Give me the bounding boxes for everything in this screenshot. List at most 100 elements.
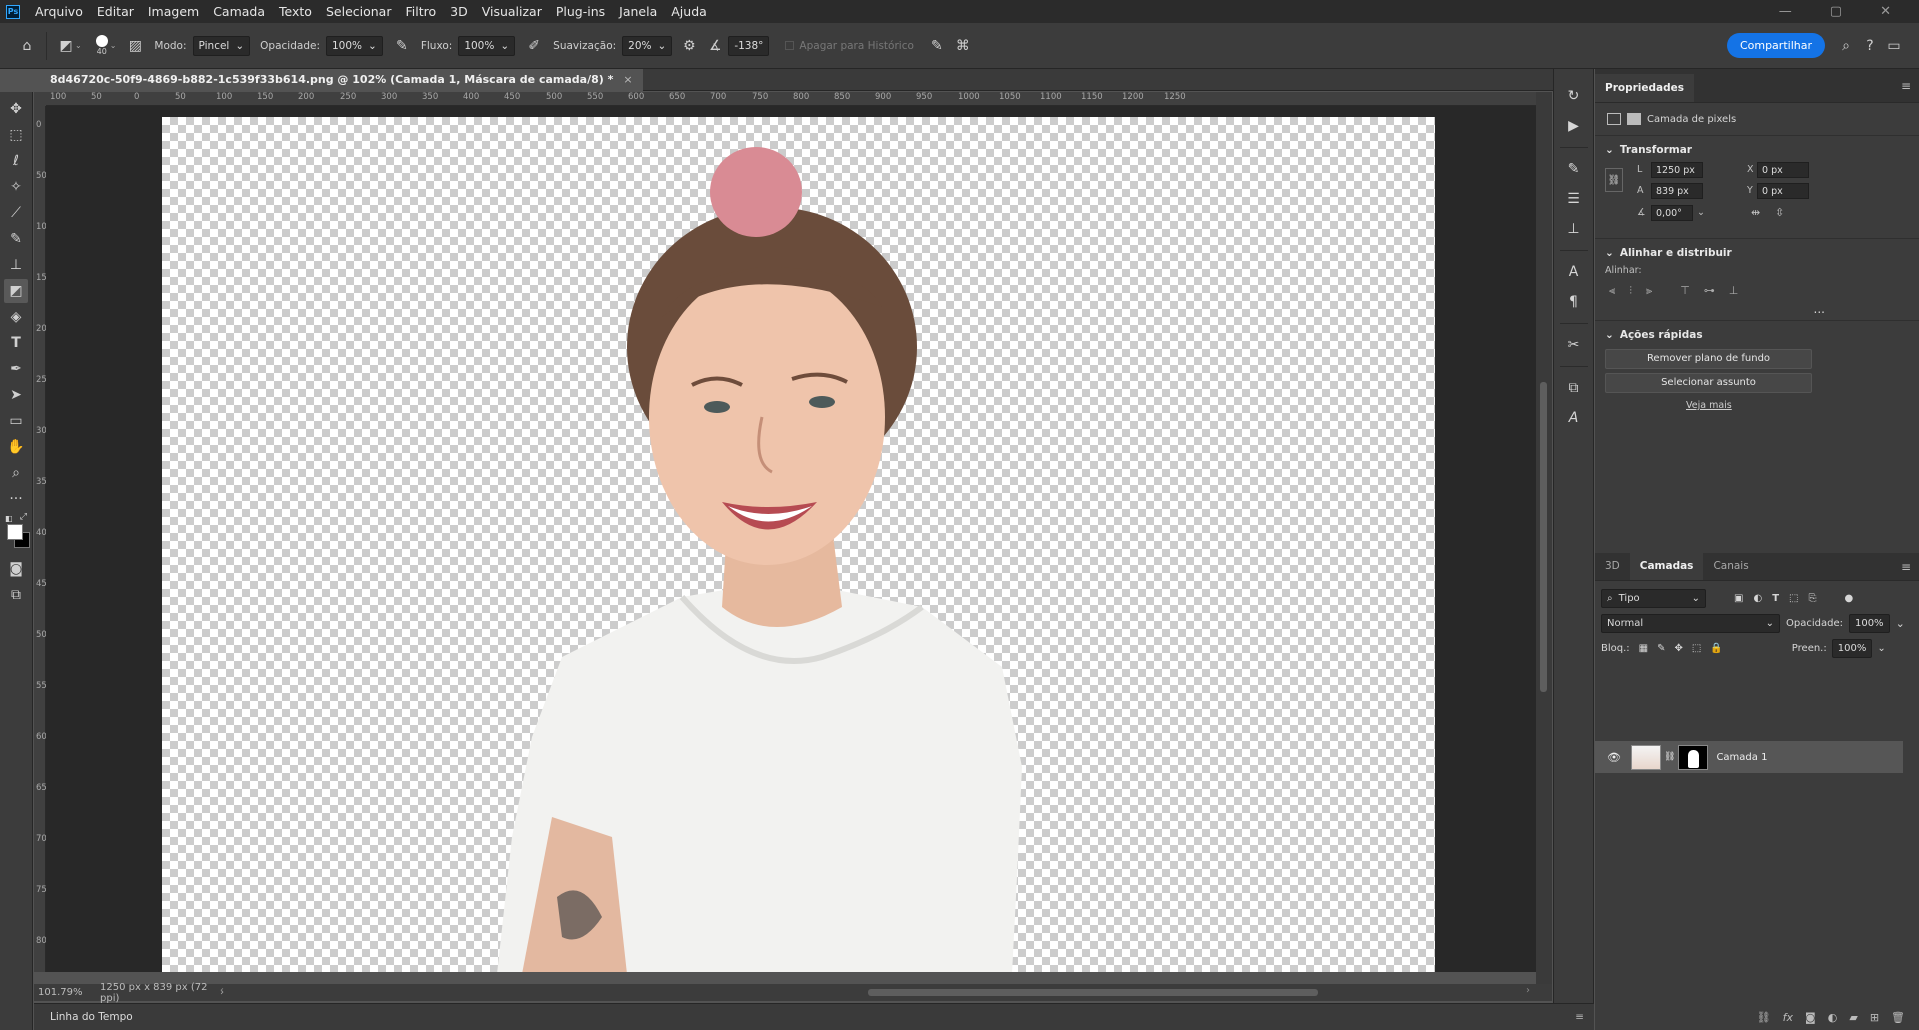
filter-adjustment-icon[interactable]: ◐ bbox=[1753, 593, 1762, 604]
lock-all-icon[interactable]: 🔒 bbox=[1710, 643, 1722, 654]
chevron-down-icon[interactable]: ⌄ bbox=[1896, 617, 1905, 630]
paragraph-panel-icon[interactable]: ¶ bbox=[1561, 289, 1587, 315]
lasso-tool-icon[interactable]: ℓ bbox=[4, 149, 28, 173]
character-panel-icon[interactable]: A bbox=[1561, 259, 1587, 285]
angle-field[interactable]: 0,00° bbox=[1651, 205, 1693, 221]
canvas-area[interactable] bbox=[46, 106, 1536, 972]
layer-row[interactable]: 👁 ⛓ Camada 1 bbox=[1595, 741, 1903, 773]
mask-icon[interactable] bbox=[1627, 113, 1641, 125]
flip-horizontal-icon[interactable]: ⇹ bbox=[1751, 206, 1760, 219]
hand-tool-icon[interactable]: ✋ bbox=[4, 435, 28, 459]
layer-opacity-field[interactable]: 100% bbox=[1848, 614, 1890, 633]
panel-menu-icon[interactable]: ≡ bbox=[1901, 79, 1911, 93]
see-more-link[interactable]: Veja mais bbox=[1686, 400, 1919, 411]
scroll-left-icon[interactable]: ‹ bbox=[220, 985, 224, 996]
scroll-right-icon[interactable]: › bbox=[1526, 985, 1530, 996]
quick-actions-header[interactable]: ⌄ Ações rápidas bbox=[1595, 321, 1919, 341]
menu-plugins[interactable]: Plug-ins bbox=[549, 0, 612, 23]
lock-artboard-icon[interactable]: ⬚ bbox=[1692, 643, 1701, 654]
transform-section-header[interactable]: ⌄ Transformar bbox=[1595, 136, 1919, 156]
brush-settings-icon[interactable]: ▨ bbox=[126, 37, 144, 55]
close-window-button[interactable]: ✕ bbox=[1880, 4, 1891, 19]
horizontal-scrollbar[interactable]: ‹ › bbox=[220, 984, 1530, 1001]
menu-arquivo[interactable]: Arquivo bbox=[28, 0, 90, 23]
delete-layer-icon[interactable]: 🗑 bbox=[1891, 1011, 1905, 1024]
tab-propriedades[interactable]: Propriedades bbox=[1595, 74, 1694, 102]
layer-mask-thumbnail[interactable] bbox=[1678, 744, 1709, 770]
paint-bucket-tool-icon[interactable]: ◈ bbox=[4, 305, 28, 329]
menu-camada[interactable]: Camada bbox=[206, 0, 272, 23]
gear-icon[interactable]: ⚙ bbox=[680, 37, 698, 55]
smoothing-field[interactable]: 20% ⌄ bbox=[622, 35, 673, 56]
angle-field[interactable]: -138° bbox=[728, 35, 770, 56]
menu-filtro[interactable]: Filtro bbox=[398, 0, 443, 23]
new-adjustment-icon[interactable]: ◐ bbox=[1828, 1011, 1838, 1024]
filter-shape-icon[interactable]: ⬚ bbox=[1789, 593, 1798, 604]
horizontal-scrollbar-thumb[interactable] bbox=[868, 989, 1318, 996]
restore-button[interactable]: ▢ bbox=[1830, 4, 1842, 19]
stamp-tool-icon[interactable]: ⊥ bbox=[4, 253, 28, 277]
share-button[interactable]: Compartilhar bbox=[1726, 33, 1825, 58]
foreground-color-swatch[interactable] bbox=[7, 524, 23, 540]
filter-pixel-icon[interactable]: ▣ bbox=[1734, 593, 1743, 604]
menu-editar[interactable]: Editar bbox=[90, 0, 141, 23]
blend-mode-select[interactable]: Normal ⌄ bbox=[1601, 614, 1780, 633]
menu-visualizar[interactable]: Visualizar bbox=[475, 0, 549, 23]
brush-settings-panel-icon[interactable]: ✎ bbox=[1561, 156, 1587, 182]
lock-transparency-icon[interactable]: ▦ bbox=[1639, 643, 1648, 654]
actions-play-icon[interactable]: ▶ bbox=[1561, 113, 1587, 139]
brush-preset-picker[interactable]: 40 bbox=[95, 35, 108, 56]
symmetry-icon[interactable]: ⌘ bbox=[954, 37, 972, 55]
pen-tool-icon[interactable]: ✒ bbox=[4, 357, 28, 381]
filter-smart-object-icon[interactable]: ⎘ bbox=[1808, 593, 1816, 604]
brush-tool-icon[interactable]: ✎ bbox=[4, 227, 28, 251]
select-subject-button[interactable]: Selecionar assunto bbox=[1605, 373, 1812, 393]
help-icon[interactable]: ? bbox=[1861, 37, 1879, 55]
home-icon[interactable]: ⌂ bbox=[18, 37, 36, 55]
add-mask-icon[interactable]: ◙ bbox=[1805, 1011, 1816, 1024]
align-right-icon[interactable]: ⫸ bbox=[1646, 284, 1652, 298]
airbrush-icon[interactable]: ✐ bbox=[525, 37, 543, 55]
pressure-size-icon[interactable]: ✎ bbox=[928, 37, 946, 55]
eraser-tool-icon[interactable]: ◩ bbox=[4, 279, 28, 303]
link-layers-icon[interactable]: ⛓ bbox=[1757, 1011, 1771, 1024]
quick-mask-icon[interactable]: ◙ bbox=[4, 557, 28, 581]
zoom-level[interactable]: 101.79% bbox=[38, 987, 94, 998]
more-tools-icon[interactable]: ··· bbox=[4, 487, 28, 511]
document-canvas[interactable] bbox=[162, 117, 1435, 972]
x-field[interactable]: 0 px bbox=[1757, 162, 1809, 178]
new-group-icon[interactable]: ▰ bbox=[1849, 1011, 1857, 1024]
move-tool-icon[interactable]: ✥ bbox=[4, 97, 28, 121]
vertical-scrollbar[interactable] bbox=[1536, 92, 1552, 984]
align-left-icon[interactable]: ⫷ bbox=[1609, 284, 1615, 298]
tab-3d[interactable]: 3D bbox=[1595, 552, 1630, 580]
fill-field[interactable]: 100% bbox=[1831, 639, 1873, 658]
more-options-button[interactable]: ... bbox=[1595, 298, 1919, 316]
new-layer-icon[interactable]: ⊞ bbox=[1870, 1011, 1879, 1024]
tab-canais[interactable]: Canais bbox=[1703, 552, 1758, 580]
adjustments-icon[interactable]: ☰ bbox=[1561, 186, 1587, 212]
mode-select[interactable]: Pincel ⌄ bbox=[192, 35, 251, 56]
chevron-down-icon[interactable]: ⌄ bbox=[1697, 207, 1705, 218]
panel-menu-icon[interactable]: ≡ bbox=[1901, 560, 1911, 574]
rectangle-tool-icon[interactable]: ▭ bbox=[4, 409, 28, 433]
glyphs-icon[interactable]: A bbox=[1561, 405, 1587, 431]
layer-filter-select[interactable]: ⌕ Tipo ⌄ bbox=[1601, 589, 1706, 608]
pressure-opacity-icon[interactable]: ✎ bbox=[393, 37, 411, 55]
eyedropper-tool-icon[interactable]: ⟋ bbox=[4, 201, 28, 225]
align-section-header[interactable]: ⌄ Alinhar e distribuir bbox=[1595, 239, 1919, 259]
eraser-tool-preset-icon[interactable]: ◩ bbox=[57, 37, 75, 55]
filter-type-icon[interactable]: T bbox=[1772, 593, 1779, 604]
filter-toggle-icon[interactable]: ● bbox=[1844, 593, 1853, 604]
marquee-tool-icon[interactable]: ⬚ bbox=[4, 123, 28, 147]
menu-janela[interactable]: Janela bbox=[612, 0, 664, 23]
menu-imagem[interactable]: Imagem bbox=[141, 0, 206, 23]
opacity-field[interactable]: 100% ⌄ bbox=[326, 35, 383, 56]
menu-texto[interactable]: Texto bbox=[272, 0, 319, 23]
menu-ajuda[interactable]: Ajuda bbox=[664, 0, 714, 23]
layer-name[interactable]: Camada 1 bbox=[1716, 752, 1767, 763]
clone-source-icon[interactable]: ⊥ bbox=[1561, 216, 1587, 242]
visibility-eye-icon[interactable]: 👁 bbox=[1607, 751, 1623, 764]
path-selection-tool-icon[interactable]: ➤ bbox=[4, 383, 28, 407]
screen-mode-icon[interactable]: ⧉ bbox=[4, 583, 28, 607]
